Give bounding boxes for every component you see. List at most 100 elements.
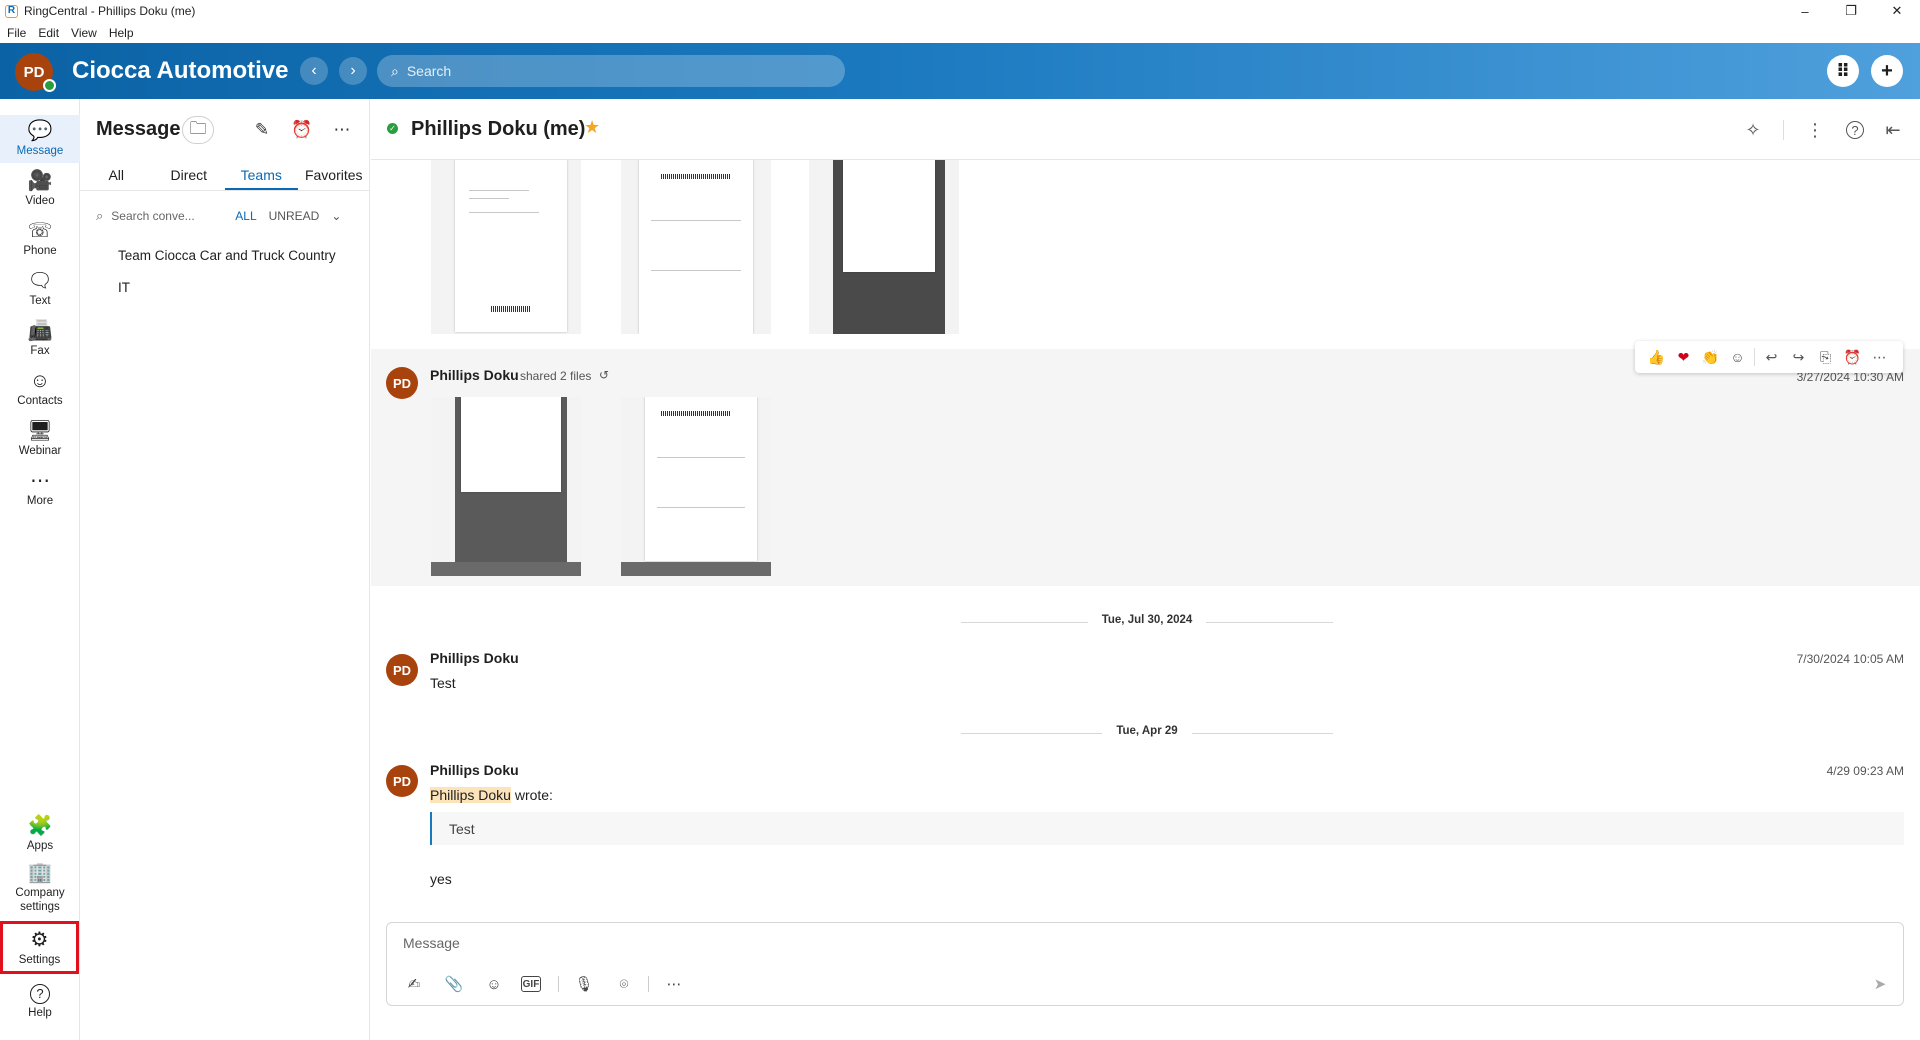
- dialpad-button[interactable]: ⠿: [1827, 55, 1859, 87]
- text-icon: 🗨: [27, 270, 53, 292]
- paper-document: [461, 397, 561, 492]
- conversation-item[interactable]: Team Ciocca Car and Truck Country: [80, 240, 369, 272]
- message-input[interactable]: [403, 933, 1883, 953]
- gif-icon[interactable]: GIF: [521, 976, 541, 992]
- chevron-down-icon[interactable]: ⌄: [331, 209, 341, 223]
- barcode: [491, 306, 531, 312]
- rail-contacts[interactable]: ☺ Contacts: [0, 365, 80, 413]
- filter-all[interactable]: ALL: [235, 209, 256, 223]
- microphone-icon[interactable]: 🎙: [571, 973, 597, 995]
- attach-icon[interactable]: 📎: [441, 973, 467, 995]
- quote-icon[interactable]: ⎘: [1812, 349, 1839, 366]
- image-attachment[interactable]: [809, 160, 959, 334]
- tab-all[interactable]: All: [80, 159, 153, 190]
- company-name: Ciocca Automotive: [72, 57, 289, 84]
- restore-button[interactable]: ❐: [1828, 0, 1874, 22]
- conversation-item[interactable]: IT: [80, 272, 369, 304]
- add-button[interactable]: +: [1871, 55, 1903, 87]
- rail-help[interactable]: ? Help: [0, 978, 80, 1026]
- quoted-message: Test: [430, 812, 1904, 845]
- close-button[interactable]: ✕: [1874, 0, 1920, 22]
- rail-webinar[interactable]: 🖥 Webinar: [0, 415, 80, 463]
- tab-teams[interactable]: Teams: [225, 159, 298, 190]
- menu-view[interactable]: View: [71, 26, 97, 40]
- reply-icon[interactable]: ↩: [1758, 349, 1785, 366]
- text-line: [469, 190, 529, 191]
- barcode: [661, 174, 731, 179]
- menu-edit[interactable]: Edit: [38, 26, 59, 40]
- text-line: [469, 212, 539, 213]
- rail-label: Webinar: [18, 445, 62, 457]
- reminder-icon[interactable]: ⏰: [1839, 349, 1866, 366]
- menu-help[interactable]: Help: [109, 26, 134, 40]
- thumbs-up-reaction-icon[interactable]: 👍: [1643, 349, 1670, 366]
- message-icon: 💬: [27, 120, 53, 142]
- panel-title: Message: [96, 118, 181, 140]
- menu-file[interactable]: File: [7, 26, 26, 40]
- divider-line: [1192, 733, 1333, 734]
- help-button[interactable]: ?: [1841, 116, 1869, 144]
- window-title: RingCentral - Phillips Doku (me): [24, 4, 196, 18]
- ringcentral-logo-icon: R: [5, 4, 18, 18]
- sender-name[interactable]: Phillips Doku: [430, 762, 519, 778]
- rail-label: More: [26, 495, 54, 507]
- pin-icon[interactable]: ✧: [1739, 116, 1767, 144]
- forward-button[interactable]: ›: [339, 57, 367, 85]
- conversation-search-input[interactable]: [111, 209, 222, 223]
- desk-surface: [621, 562, 771, 576]
- more-options-icon[interactable]: ⋮: [1801, 116, 1829, 144]
- forward-icon[interactable]: ↪: [1785, 349, 1812, 366]
- reminder-icon[interactable]: ⏰: [288, 116, 316, 144]
- rail-phone[interactable]: ☏ Phone: [0, 215, 80, 263]
- sender-name[interactable]: Phillips Doku: [430, 367, 519, 383]
- rail-label: Contacts: [17, 395, 63, 407]
- rail-apps[interactable]: 🧩 Apps: [0, 810, 80, 858]
- collapse-panel-icon[interactable]: ⇤: [1879, 116, 1907, 144]
- rail-company-settings[interactable]: 🏢 Company settings: [0, 859, 80, 917]
- send-icon[interactable]: ➤: [1867, 973, 1893, 995]
- sender-avatar[interactable]: PD: [386, 765, 418, 797]
- more-options-icon[interactable]: ⋯: [328, 116, 356, 144]
- webinar-icon: 🖥: [27, 420, 53, 442]
- minimize-button[interactable]: –: [1782, 0, 1828, 22]
- image-attachment[interactable]: [431, 160, 581, 334]
- share-icon[interactable]: ↺: [599, 368, 609, 382]
- rail-label: Message: [16, 145, 64, 157]
- tab-direct[interactable]: Direct: [153, 159, 226, 190]
- image-attachment[interactable]: [621, 397, 771, 576]
- settings-icon: ⚙: [30, 928, 49, 951]
- global-search[interactable]: ⌕: [377, 55, 845, 87]
- format-text-icon[interactable]: ✍: [401, 973, 427, 995]
- camera-icon[interactable]: ⌾: [611, 973, 637, 995]
- compose-icon[interactable]: ✎: [248, 116, 276, 144]
- more-tools-icon[interactable]: ⋯: [661, 973, 687, 995]
- rail-fax[interactable]: 📠 Fax: [0, 315, 80, 363]
- sender-name[interactable]: Phillips Doku: [430, 650, 519, 666]
- text-line: [657, 457, 745, 458]
- rail-video[interactable]: 🎥 Video: [0, 165, 80, 213]
- tab-favorites[interactable]: Favorites: [298, 159, 371, 190]
- folder-icon[interactable]: 🗀: [182, 116, 214, 144]
- emoji-icon[interactable]: ☺: [481, 973, 507, 995]
- rail-message[interactable]: 💬 Message: [0, 115, 80, 163]
- image-attachment[interactable]: [621, 160, 771, 334]
- text-line: [651, 270, 741, 271]
- more-actions-icon[interactable]: ⋯: [1866, 349, 1893, 366]
- rail-text[interactable]: 🗨 Text: [0, 265, 80, 313]
- conversation-search: ⌕ ALL UNREAD ⌄: [96, 205, 356, 227]
- clap-reaction-icon[interactable]: 👏: [1697, 349, 1724, 366]
- filter-unread[interactable]: UNREAD: [269, 209, 320, 223]
- message-text: yes: [430, 871, 452, 887]
- back-button[interactable]: ‹: [300, 57, 328, 85]
- fax-icon: 📠: [27, 320, 53, 342]
- global-search-input[interactable]: [406, 63, 807, 79]
- add-reaction-icon[interactable]: ☺: [1724, 349, 1751, 365]
- rail-more[interactable]: ⋯ More: [0, 465, 80, 513]
- sender-avatar[interactable]: PD: [386, 367, 418, 399]
- rail-settings[interactable]: ⚙ Settings: [0, 921, 79, 974]
- sender-avatar[interactable]: PD: [386, 654, 418, 686]
- favorite-star-icon[interactable]: ★: [584, 117, 600, 138]
- mention[interactable]: Phillips Doku: [430, 787, 511, 803]
- image-attachment[interactable]: [431, 397, 581, 576]
- heart-reaction-icon[interactable]: ❤: [1670, 349, 1697, 366]
